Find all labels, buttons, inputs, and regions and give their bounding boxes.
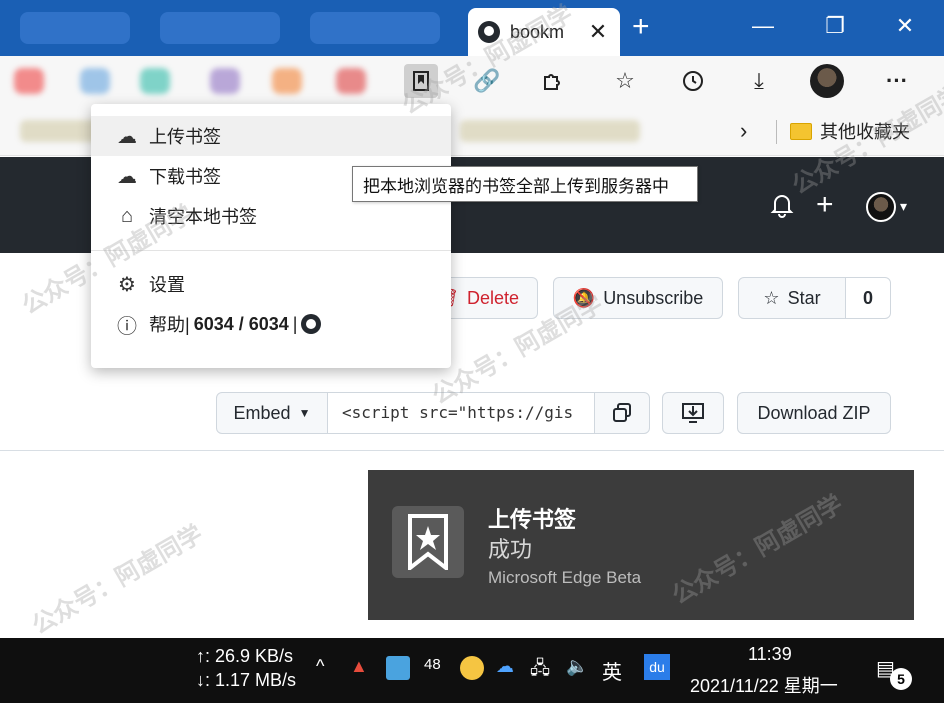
menu-item-label: 下载书签 — [149, 167, 221, 187]
toast-title: 上传书签 — [488, 507, 577, 532]
unsubscribe-button[interactable]: 🔕 Unsubscribe — [553, 277, 723, 319]
restore-button[interactable]: ❐ — [820, 14, 850, 38]
ime-indicator[interactable]: 英 — [602, 656, 622, 685]
menu-item-label: 清空本地书签 — [149, 207, 257, 227]
github-icon[interactable] — [301, 314, 322, 334]
cloud-upload-icon: ☁ — [117, 125, 137, 148]
download-zip-button[interactable]: Download ZIP — [737, 392, 891, 434]
puzzle-icon[interactable] — [536, 64, 570, 98]
menu-item-help[interactable]: ⓘ 帮助| 6034 / 6034 | — [91, 304, 451, 344]
favorites-star-icon[interactable]: ☆ — [608, 64, 642, 98]
open-in-desktop-button[interactable] — [662, 392, 724, 434]
link-icon[interactable]: 🔗 — [470, 64, 504, 98]
blurred-extension-icon[interactable] — [14, 68, 44, 94]
info-icon: ⓘ — [117, 315, 137, 338]
baidu-tray-icon[interactable]: du — [644, 654, 670, 680]
blurred-extension-icon[interactable] — [140, 68, 170, 94]
watermark: 公众号：阿虚同学 — [27, 520, 208, 640]
title-bar: bookm ✕ + — ❐ ✕ — [0, 0, 944, 56]
tab-active[interactable]: bookm ✕ — [468, 8, 620, 56]
menu-item-clear-local-bookmarks[interactable]: ⌂ 清空本地书签 — [91, 196, 451, 236]
clock-date[interactable]: 2021/11/22 星期一 — [690, 672, 838, 698]
onedrive-cloud-icon[interactable]: ☁ — [496, 656, 514, 677]
github-user-avatar[interactable] — [866, 192, 896, 222]
profile-avatar[interactable] — [810, 64, 844, 98]
star-icon: ☆ — [763, 287, 780, 308]
menu-item-settings[interactable]: ⚙ 设置 — [91, 264, 451, 304]
other-favorites-folder[interactable]: 其他收藏夹 — [790, 118, 910, 144]
embed-label: Embed — [233, 402, 291, 423]
network-icon[interactable]: 🖧 — [530, 656, 550, 686]
blurred-extension-icon[interactable] — [336, 68, 366, 94]
app-tray-icon[interactable] — [386, 656, 410, 680]
blurred-tab[interactable] — [20, 12, 130, 44]
download-icon[interactable]: ⤓ — [742, 64, 776, 98]
taskbar: ↑: 26.9 KB/s ↓: 1.17 MB/s ^ ▲ 48 ☁ 🖧 🔈 英… — [0, 638, 944, 703]
star-count[interactable]: 0 — [845, 277, 891, 319]
menu-item-upload-bookmarks[interactable]: ☁ 上传书签 — [91, 116, 451, 156]
other-favorites-label: 其他收藏夹 — [820, 122, 910, 142]
chevron-down-icon: ▼ — [298, 406, 311, 420]
broom-icon: ⌂ — [120, 204, 134, 227]
delete-label: Delete — [466, 287, 519, 308]
more-menu-button[interactable]: ··· — [880, 64, 914, 98]
create-new-plus-icon[interactable]: + — [816, 188, 834, 222]
tab-close-button[interactable]: ✕ — [586, 19, 610, 45]
embed-dropdown[interactable]: Embed ▼ — [216, 392, 328, 434]
tab-title: bookm — [510, 21, 565, 42]
close-window-button[interactable]: ✕ — [890, 14, 920, 38]
network-download-speed: ↓: 1.17 MB/s — [196, 670, 297, 690]
help-separator: | — [292, 313, 298, 334]
star-button[interactable]: ☆ Star — [738, 277, 846, 319]
bookmark-count: 6034 / 6034 — [193, 313, 289, 334]
menu-item-label: 设置 — [149, 275, 185, 295]
menu-item-label: 上传书签 — [149, 127, 221, 147]
bookmarks-separator — [776, 120, 777, 144]
menu-separator — [91, 250, 451, 251]
github-icon — [478, 21, 500, 43]
notification-count-badge: 5 — [890, 668, 912, 690]
blurred-extension-icon[interactable] — [80, 68, 110, 94]
bookmarks-overflow-chevron[interactable]: › — [740, 118, 747, 144]
chevron-down-icon[interactable]: ▾ — [900, 198, 907, 215]
gear-icon: ⚙ — [118, 273, 136, 296]
network-upload-speed: ↑: 26.9 KB/s — [196, 646, 294, 666]
bookmark-star-icon — [392, 506, 464, 578]
blurred-extension-icon[interactable] — [272, 68, 302, 94]
blurred-tab[interactable] — [310, 12, 440, 44]
app-tray-icon[interactable] — [460, 656, 484, 680]
volume-icon[interactable]: 🔈 — [566, 656, 588, 677]
toast-app-name: Microsoft Edge Beta — [488, 568, 642, 587]
blurred-extension-icon[interactable] — [210, 68, 240, 94]
toast-notification[interactable]: 上传书签 成功 Microsoft Edge Beta — [368, 470, 914, 620]
copy-icon — [613, 403, 631, 422]
unsubscribe-label: Unsubscribe — [603, 287, 704, 308]
help-label: 帮助| — [149, 315, 190, 335]
desktop-download-icon — [682, 403, 704, 423]
blurred-bookmark[interactable] — [460, 120, 640, 142]
content-divider — [0, 450, 944, 451]
minimize-button[interactable]: — — [748, 14, 778, 38]
tooltip: 把本地浏览器的书签全部上传到服务器中 — [352, 166, 698, 202]
embed-code-input[interactable]: <script src="https://gis — [327, 392, 595, 434]
tray-48-indicator[interactable]: 48 — [424, 656, 441, 673]
blurred-tab[interactable] — [160, 12, 280, 44]
toast-body: 成功 — [488, 537, 533, 562]
history-icon[interactable] — [676, 64, 710, 98]
tray-overflow-chevron[interactable]: ^ — [316, 656, 324, 677]
star-label: Star — [787, 287, 821, 308]
cloud-download-icon: ☁ — [117, 165, 137, 188]
new-tab-button[interactable]: + — [632, 12, 650, 42]
red-app-tray-icon[interactable]: ▲ — [350, 656, 368, 677]
bookmark-extension-icon[interactable] — [404, 64, 438, 98]
copy-button[interactable] — [594, 392, 650, 434]
notifications-bell-icon[interactable] — [770, 192, 794, 225]
bookmark-extension-menu: ☁ 上传书签 ☁ 下载书签 ⌂ 清空本地书签 ⚙ 设置 ⓘ 帮助| 6034 /… — [91, 104, 451, 368]
bell-slash-icon: 🔕 — [572, 287, 596, 308]
toolbar: 🔗 ☆ ⤓ ··· — [0, 56, 944, 106]
folder-icon — [790, 122, 812, 140]
clock-time[interactable]: 11:39 — [748, 644, 792, 665]
